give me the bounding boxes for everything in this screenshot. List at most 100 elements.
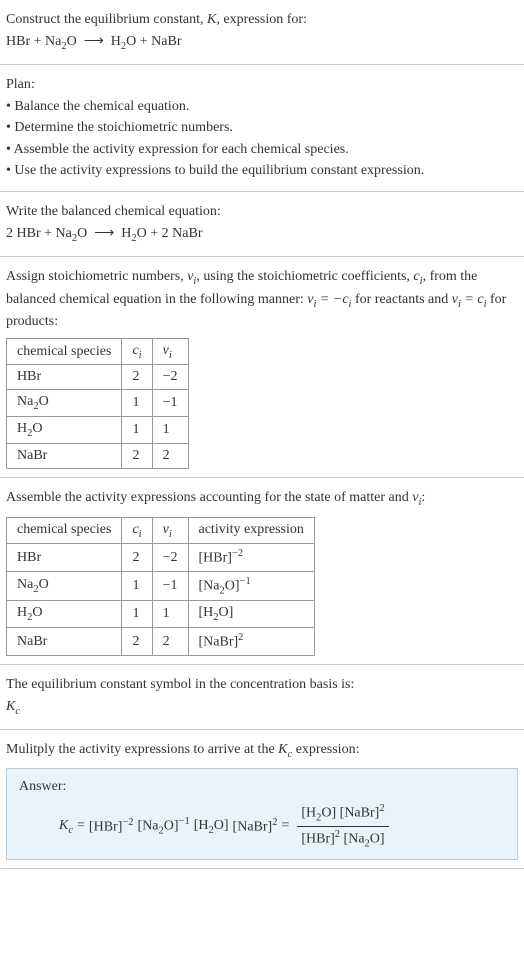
plan-bullet-4: • Use the activity expressions to build … [6, 161, 518, 181]
cell-species: H2O [7, 601, 122, 628]
activity-table: chemical species ci νi activity expressi… [6, 517, 315, 656]
cell-activity: [H2O] [188, 601, 314, 628]
arrow-icon: ⟶ [84, 34, 104, 49]
prompt-line-1: Construct the equilibrium constant, K, e… [6, 10, 518, 30]
stoich-section: Assign stoichiometric numbers, νi, using… [0, 257, 524, 478]
stoich-intro-d: for reactants and [351, 292, 451, 307]
denominator: [HBr]2 [Na2O] [297, 827, 388, 849]
Kc: Kc [59, 818, 73, 836]
cell-activity: [HBr]−2 [188, 544, 314, 572]
cell-species: Na2O [7, 572, 122, 601]
Kc-symbol: Kc [6, 697, 518, 719]
plan-bullet-1: • Balance the chemical equation. [6, 97, 518, 117]
th-activity: activity expression [188, 517, 314, 544]
activity-section: Assemble the activity expressions accoun… [0, 478, 524, 665]
bal-rhs2: O + 2 NaBr [137, 226, 203, 241]
bal-lhs2: O [77, 226, 87, 241]
th-species: chemical species [7, 338, 122, 365]
plan-bullet-2: • Determine the stoichiometric numbers. [6, 118, 518, 138]
prompt-section: Construct the equilibrium constant, K, e… [0, 0, 524, 65]
nu-i: νi [187, 269, 196, 284]
stoich-table: chemical species ci νi HBr 2 −2 Na2O 1 −… [6, 338, 189, 469]
cell-nui: −1 [152, 572, 188, 601]
prompt-equation: HBr + Na2O ⟶ H2O + NaBr [6, 32, 518, 54]
cell-nui: 1 [152, 601, 188, 628]
th-nui: νi [152, 517, 188, 544]
cell-ci: 1 [122, 417, 152, 444]
multiply-intro: Mulitply the activity expressions to arr… [6, 740, 518, 762]
answer-label: Answer: [19, 779, 505, 795]
table-row: HBr 2 −2 [7, 365, 189, 390]
bal-lhs1: 2 HBr + Na [6, 226, 72, 241]
cell-ci: 1 [122, 390, 152, 417]
activity-intro-b: : [421, 490, 425, 505]
th-species: chemical species [7, 517, 122, 544]
eq-rhs2: O + NaBr [126, 34, 181, 49]
cell-ci: 2 [122, 444, 152, 469]
Kc: Kc [278, 742, 292, 757]
cell-ci: 1 [122, 601, 152, 628]
eq2: νi = ci [452, 292, 487, 307]
table-header-row: chemical species ci νi [7, 338, 189, 365]
plan-section: Plan: • Balance the chemical equation. •… [0, 65, 524, 192]
stoich-intro: Assign stoichiometric numbers, νi, using… [6, 267, 518, 332]
table-row: HBr 2 −2 [HBr]−2 [7, 544, 315, 572]
table-row: H2O 1 1 [7, 417, 189, 444]
stoich-intro-b: , using the stoichiometric coefficients, [196, 269, 413, 284]
plan-heading: Plan: [6, 75, 518, 95]
K-symbol: K [207, 12, 216, 27]
term-1: [HBr]−2 [89, 817, 134, 836]
cell-nui: 1 [152, 417, 188, 444]
answer-box: Answer: Kc = [HBr]−2 [Na2O]−1 [H2O] [NaB… [6, 768, 518, 860]
term-2: [Na2O]−1 [138, 816, 190, 836]
stoich-intro-a: Assign stoichiometric numbers, [6, 269, 187, 284]
table-header-row: chemical species ci νi activity expressi… [7, 517, 315, 544]
multiply-intro-b: expression: [292, 742, 359, 757]
table-row: NaBr 2 2 [7, 444, 189, 469]
activity-intro-a: Assemble the activity expressions accoun… [6, 490, 412, 505]
answer-equation: Kc = [HBr]−2 [Na2O]−1 [H2O] [NaBr]2 = [H… [19, 803, 505, 849]
table-row: Na2O 1 −1 [7, 390, 189, 417]
cell-ci: 2 [122, 365, 152, 390]
cell-activity: [Na2O]−1 [188, 572, 314, 601]
activity-intro: Assemble the activity expressions accoun… [6, 488, 518, 510]
th-ci: ci [122, 517, 152, 544]
eq-rhs1: H [111, 34, 121, 49]
balanced-heading: Write the balanced chemical equation: [6, 202, 518, 222]
multiply-section: Mulitply the activity expressions to arr… [0, 730, 524, 869]
cell-species: Na2O [7, 390, 122, 417]
symbol-line: The equilibrium constant symbol in the c… [6, 675, 518, 695]
cell-nui: 2 [152, 628, 188, 656]
numerator: [H2O] [NaBr]2 [297, 803, 388, 826]
multiply-intro-a: Mulitply the activity expressions to arr… [6, 742, 278, 757]
equals-2: = [281, 818, 289, 834]
bal-rhs1: H [121, 226, 131, 241]
balanced-equation: 2 HBr + Na2O ⟶ H2O + 2 NaBr [6, 224, 518, 246]
cell-nui: 2 [152, 444, 188, 469]
arrow-icon: ⟶ [94, 226, 114, 241]
cell-species: NaBr [7, 628, 122, 656]
symbol-section: The equilibrium constant symbol in the c… [0, 665, 524, 730]
eq-lhs2: O [67, 34, 77, 49]
cell-species: HBr [7, 544, 122, 572]
th-ci: ci [122, 338, 152, 365]
equals: = [77, 818, 85, 834]
plan-bullet-3: • Assemble the activity expression for e… [6, 140, 518, 160]
table-row: Na2O 1 −1 [Na2O]−1 [7, 572, 315, 601]
table-row: H2O 1 1 [H2O] [7, 601, 315, 628]
fraction: [H2O] [NaBr]2 [HBr]2 [Na2O] [297, 803, 388, 849]
cell-species: NaBr [7, 444, 122, 469]
prompt-text-b: , expression for: [216, 12, 307, 27]
table-row: NaBr 2 2 [NaBr]2 [7, 628, 315, 656]
eq-lhs1: HBr + Na [6, 34, 61, 49]
cell-ci: 2 [122, 628, 152, 656]
prompt-text-a: Construct the equilibrium constant, [6, 12, 207, 27]
c-i: ci [413, 269, 422, 284]
eq1: νi = −ci [307, 292, 351, 307]
cell-species: H2O [7, 417, 122, 444]
balanced-section: Write the balanced chemical equation: 2 … [0, 192, 524, 257]
term-4: [NaBr]2 [233, 817, 278, 836]
cell-ci: 1 [122, 572, 152, 601]
cell-nui: −2 [152, 544, 188, 572]
cell-activity: [NaBr]2 [188, 628, 314, 656]
